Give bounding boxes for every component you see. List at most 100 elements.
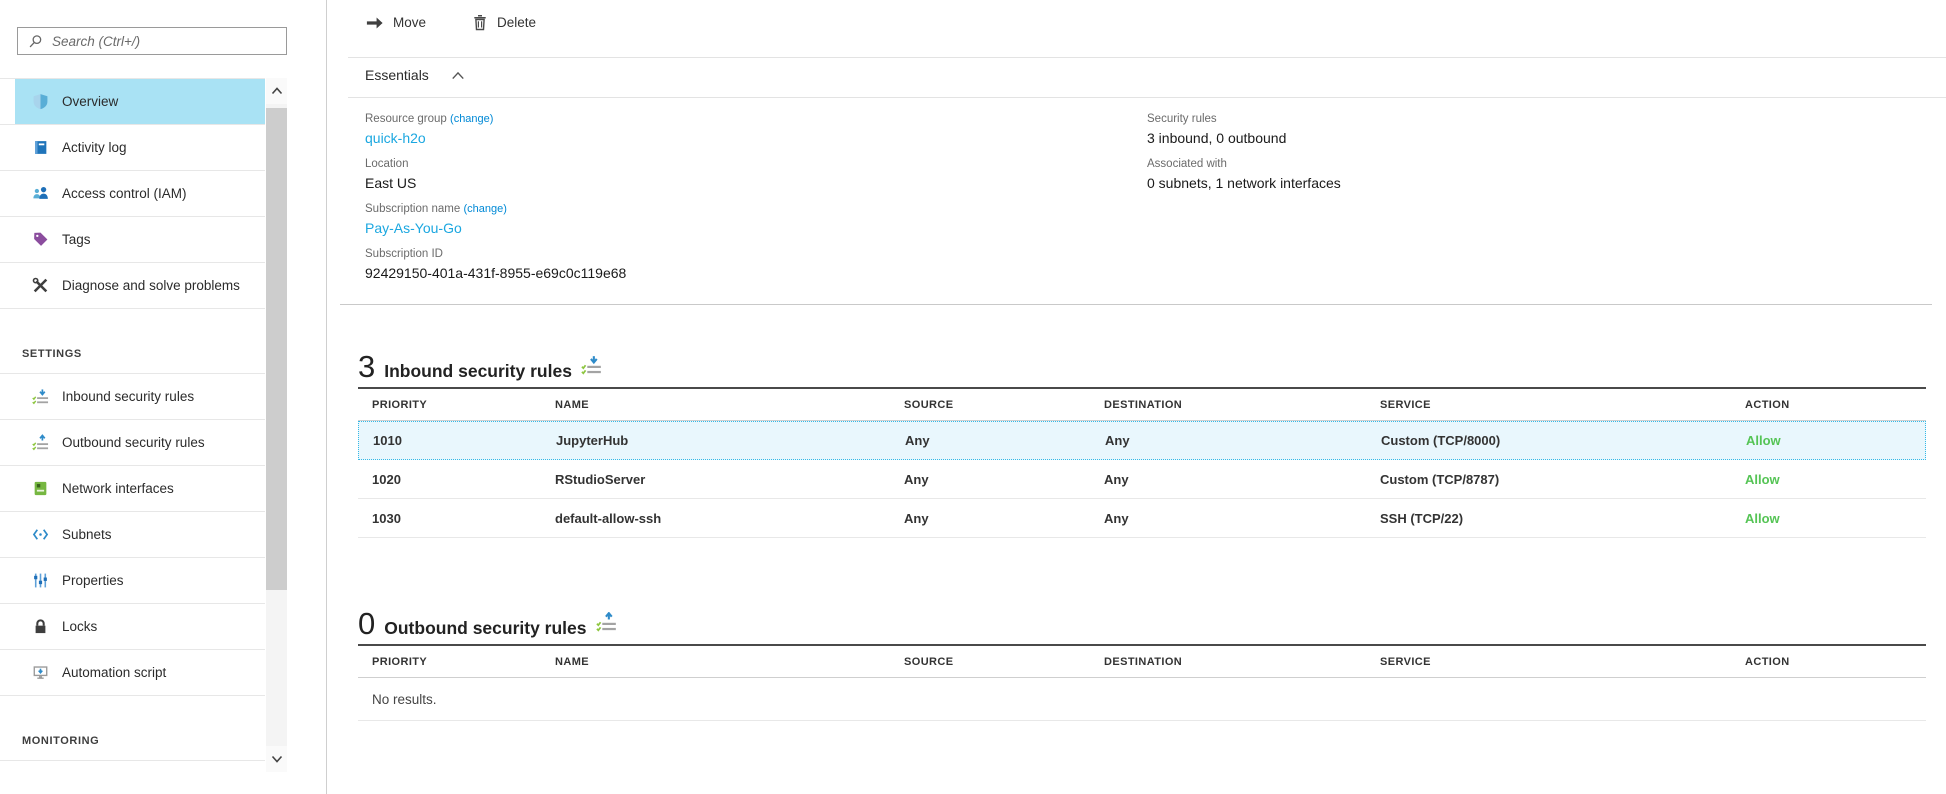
outbound-count: 0 xyxy=(358,609,375,639)
cell-service: SSH (TCP/22) xyxy=(1366,511,1731,526)
sidebar-item-activity-log[interactable]: Activity log xyxy=(0,125,265,171)
cell-priority: 1010 xyxy=(359,433,542,448)
cell-destination: Any xyxy=(1090,511,1366,526)
sidebar-item-label: Automation script xyxy=(62,665,166,680)
column-header-source: SOURCE xyxy=(890,656,1090,668)
sidebar-item-locks[interactable]: Locks xyxy=(0,604,265,650)
essentials-header[interactable]: Essentials xyxy=(365,67,465,83)
inbound-table-header: PRIORITY NAME SOURCE DESTINATION SERVICE… xyxy=(358,387,1926,421)
delete-label: Delete xyxy=(497,15,536,30)
subscription-id-value: 92429150-401a-431f-8955-e69c0c119e68 xyxy=(365,263,1125,284)
inbound-rules-icon xyxy=(32,388,49,405)
sidebar-item-properties[interactable]: Properties xyxy=(0,558,265,604)
sidebar-section-settings: SETTINGS xyxy=(0,309,265,374)
sidebar: Overview Activity log Access control (I xyxy=(0,0,326,794)
sidebar-item-overview[interactable]: Overview xyxy=(0,79,265,125)
sidebar-section-monitoring: MONITORING xyxy=(0,696,265,761)
sidebar-item-access-control[interactable]: Access control (IAM) xyxy=(0,171,265,217)
sidebar-nav: Overview Activity log Access control (I xyxy=(0,78,265,761)
outbound-table-header: PRIORITY NAME SOURCE DESTINATION SERVICE… xyxy=(358,644,1926,678)
cell-destination: Any xyxy=(1091,433,1367,448)
sidebar-item-label: Inbound security rules xyxy=(62,389,194,404)
cell-destination: Any xyxy=(1090,472,1366,487)
column-header-service: SERVICE xyxy=(1366,656,1731,668)
column-header-name: NAME xyxy=(541,656,890,668)
security-rules-label: Security rules xyxy=(1147,111,1847,128)
sidebar-item-network-interfaces[interactable]: Network interfaces xyxy=(0,466,265,512)
resource-group-label: Resource group xyxy=(365,113,447,125)
subscription-name-field: Subscription name (change) Pay-As-You-Go xyxy=(365,201,1125,239)
table-row-rstudioserver[interactable]: 1020 RStudioServer Any Any Custom (TCP/8… xyxy=(358,460,1926,499)
outbound-rules-title: 0 Outbound security rules xyxy=(358,595,1926,644)
shield-icon xyxy=(32,93,49,110)
inbound-rules-icon xyxy=(581,355,602,381)
associated-with-field: Associated with 0 subnets, 1 network int… xyxy=(1147,156,1847,194)
column-header-destination: DESTINATION xyxy=(1090,399,1366,411)
subnet-icon xyxy=(32,526,49,543)
sidebar-item-tags[interactable]: Tags xyxy=(0,217,265,263)
sidebar-item-automation-script[interactable]: Automation script xyxy=(0,650,265,696)
scroll-up-icon[interactable] xyxy=(266,78,287,104)
tag-icon xyxy=(32,231,49,248)
sidebar-scrollbar[interactable] xyxy=(266,78,287,772)
move-button[interactable]: Move xyxy=(365,15,426,30)
move-arrow-icon xyxy=(365,16,384,30)
main-content: Move Delete Essentials Resource group (c… xyxy=(327,0,1946,794)
column-header-service: SERVICE xyxy=(1366,399,1731,411)
sidebar-item-label: Locks xyxy=(62,619,97,634)
cell-source: Any xyxy=(890,511,1090,526)
subscription-name-label: Subscription name xyxy=(365,203,460,215)
sidebar-item-subnets[interactable]: Subnets xyxy=(0,512,265,558)
sidebar-item-label: Diagnose and solve problems xyxy=(62,278,240,293)
associated-with-value: 0 subnets, 1 network interfaces xyxy=(1147,173,1847,194)
scrollbar-thumb[interactable] xyxy=(266,108,287,590)
cell-service: Custom (TCP/8000) xyxy=(1367,433,1732,448)
sidebar-item-outbound-rules[interactable]: Outbound security rules xyxy=(0,420,265,466)
cell-priority: 1020 xyxy=(358,472,541,487)
inbound-rules-title: 3 Inbound security rules xyxy=(358,338,1926,387)
subscription-change-link[interactable]: (change) xyxy=(463,203,506,215)
tools-icon xyxy=(32,277,49,294)
sidebar-item-label: Properties xyxy=(62,573,124,588)
resource-group-value[interactable]: quick-h2o xyxy=(365,128,1125,149)
cell-name: RStudioServer xyxy=(541,472,890,487)
trash-icon xyxy=(472,14,488,31)
location-value: East US xyxy=(365,173,1125,194)
search-input[interactable] xyxy=(52,34,252,49)
table-row-jupyterhub[interactable]: 1010 JupyterHub Any Any Custom (TCP/8000… xyxy=(358,421,1926,460)
sidebar-item-label: Network interfaces xyxy=(62,481,174,496)
sidebar-item-inbound-rules[interactable]: Inbound security rules xyxy=(0,374,265,420)
people-icon xyxy=(32,185,49,202)
search-box[interactable] xyxy=(17,27,287,55)
outbound-title-label: Outbound security rules xyxy=(384,617,586,639)
cell-source: Any xyxy=(891,433,1091,448)
associated-with-label: Associated with xyxy=(1147,156,1847,173)
column-header-destination: DESTINATION xyxy=(1090,656,1366,668)
sidebar-item-label: Outbound security rules xyxy=(62,435,205,450)
subscription-name-value[interactable]: Pay-As-You-Go xyxy=(365,218,1125,239)
delete-button[interactable]: Delete xyxy=(472,14,536,31)
essentials-title: Essentials xyxy=(365,67,429,83)
cell-name: JupyterHub xyxy=(542,433,891,448)
column-header-name: NAME xyxy=(541,399,890,411)
network-card-icon xyxy=(32,480,49,497)
resource-group-change-link[interactable]: (change) xyxy=(450,113,493,125)
cell-action: Allow xyxy=(1731,472,1926,487)
location-label: Location xyxy=(365,156,1125,173)
scroll-down-icon[interactable] xyxy=(266,746,287,772)
table-row-default-allow-ssh[interactable]: 1030 default-allow-ssh Any Any SSH (TCP/… xyxy=(358,499,1926,538)
column-header-source: SOURCE xyxy=(890,399,1090,411)
essentials-right-column: Security rules 3 inbound, 0 outbound Ass… xyxy=(1147,111,1847,201)
no-results-message: No results. xyxy=(358,678,1926,721)
sidebar-item-label: Access control (IAM) xyxy=(62,186,187,201)
sidebar-item-diagnose[interactable]: Diagnose and solve problems xyxy=(0,263,265,309)
inbound-count: 3 xyxy=(358,352,375,382)
security-rules-field: Security rules 3 inbound, 0 outbound xyxy=(1147,111,1847,149)
search-icon xyxy=(28,34,43,49)
essentials-left-column: Resource group (change) quick-h2o Locati… xyxy=(365,111,1125,291)
cell-action: Allow xyxy=(1732,433,1925,448)
chevron-up-icon[interactable] xyxy=(451,71,465,80)
column-header-action: ACTION xyxy=(1731,656,1926,668)
subscription-id-label: Subscription ID xyxy=(365,246,1125,263)
sidebar-item-label: Activity log xyxy=(62,140,127,155)
